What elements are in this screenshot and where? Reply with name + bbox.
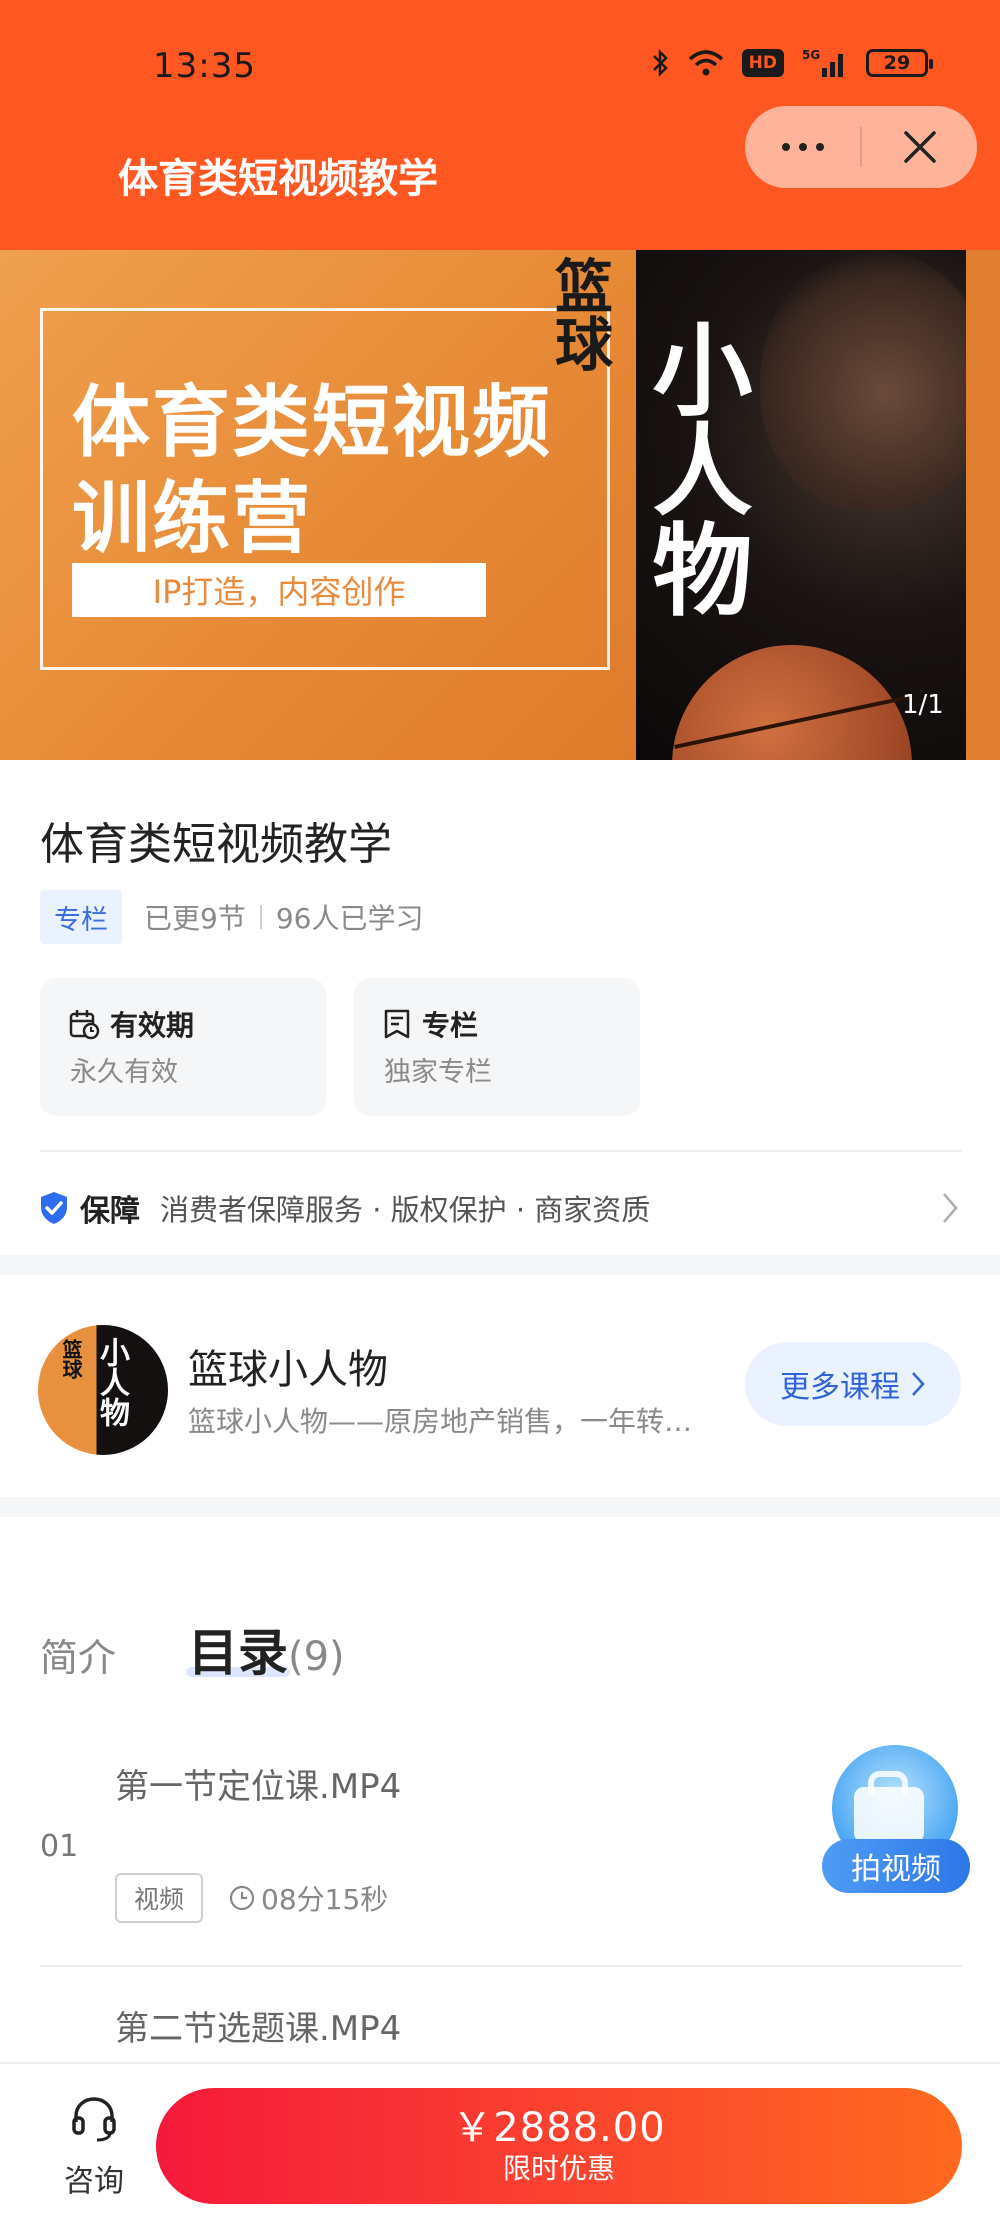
chevron-right-icon[interactable] — [940, 1190, 960, 1226]
meta-separator — [259, 905, 262, 929]
bottom-bar: 咨询 ￥2888.00 限时优惠 — [0, 2062, 1000, 2222]
more-button[interactable] — [745, 106, 860, 188]
shoot-video-button[interactable]: 拍视频 — [822, 1745, 970, 1893]
avatar-calligraphy-small: 篮球 — [59, 1339, 83, 1379]
svg-text:5G: 5G — [802, 48, 820, 62]
shoot-video-label: 拍视频 — [822, 1839, 970, 1893]
duration-text: 08分15秒 — [261, 1883, 389, 1916]
column-value: 独家专栏 — [384, 1057, 492, 1088]
headset-icon — [72, 2097, 116, 2142]
banner-edge — [966, 250, 1000, 760]
avatar-calligraphy: 小人物 — [94, 1337, 129, 1427]
banner-headline-2: 训练营 — [72, 474, 313, 564]
author-description: 篮球小人物——原房地产销售，一年转… — [188, 1405, 693, 1438]
video-tag: 视频 — [115, 1873, 203, 1923]
guarantee-text: 消费者保障服务 · 版权保护 · 商家资质 — [160, 1193, 651, 1227]
bluetooth-icon — [652, 48, 668, 78]
divider — [40, 1150, 962, 1152]
learner-count: 96人已学习 — [275, 902, 424, 935]
consult-label: 咨询 — [64, 2164, 124, 2199]
column-card: 专栏 独家专栏 — [354, 978, 640, 1116]
banner-player-image — [760, 250, 990, 510]
wifi-icon — [688, 50, 723, 76]
shield-check-icon — [41, 1192, 67, 1224]
clock-icon — [229, 1885, 255, 1911]
ellipsis-dot — [815, 143, 824, 151]
hd-badge: HD — [741, 49, 784, 77]
author-card: 篮球 小人物 篮球小人物 篮球小人物——原房地产销售，一年转… 更多课程 — [0, 1275, 1000, 1497]
lesson-title: 第二节选题课.MP4 — [115, 2009, 402, 2049]
ellipsis-icon — [781, 143, 790, 151]
column-heading: 专栏 — [382, 1004, 478, 1044]
banner-calligraphy: 小人物 — [635, 318, 753, 618]
column-icon — [384, 1009, 410, 1039]
consult-button[interactable]: 咨询 — [58, 2094, 130, 2200]
lesson-duration: 08分15秒 — [229, 1878, 388, 1918]
avatar[interactable]: 篮球 小人物 — [38, 1325, 168, 1455]
mini-program-capsule — [745, 106, 977, 188]
lesson-meta: 视频 08分15秒 — [115, 1873, 388, 1923]
validity-heading: 有效期 — [68, 1004, 194, 1044]
guarantee-label: 保障 — [80, 1194, 140, 1229]
page-title: 体育类短视频教学 — [118, 156, 438, 202]
course-info-card: 体育类短视频教学 专栏 已更9节 96人已学习 有效期 永久有效 专栏 独家专栏… — [0, 760, 1000, 1255]
column-tag: 专栏 — [40, 890, 122, 944]
chevron-right-icon — [912, 1372, 925, 1396]
more-courses-label: 更多课程 — [780, 1370, 900, 1405]
status-icons: HD 5G 29 — [650, 48, 933, 78]
banner-calligraphy-small: 篮球 — [545, 256, 613, 372]
validity-title: 有效期 — [110, 1009, 195, 1042]
buy-button[interactable]: ￥2888.00 限时优惠 — [156, 2088, 962, 2204]
ellipsis-dot — [798, 143, 807, 151]
price: ￥2888.00 — [452, 2105, 666, 2151]
course-meta: 专栏 已更9节 96人已学习 — [40, 890, 423, 944]
calendar-clock-icon — [69, 1010, 100, 1040]
course-title: 体育类短视频教学 — [40, 819, 392, 870]
validity-card: 有效期 永久有效 — [40, 978, 326, 1116]
updated-count: 已更9节 — [144, 902, 246, 935]
tab-catalog-count: (9) — [288, 1634, 345, 1680]
author-name: 篮球小人物 — [188, 1347, 388, 1393]
price-subtitle: 限时优惠 — [502, 2152, 615, 2185]
lesson-divider — [40, 1965, 962, 1967]
guarantee-row[interactable]: 保障 消费者保障服务 · 版权保护 · 商家资质 — [38, 1188, 651, 1229]
signal-icon: 5G — [802, 48, 843, 77]
tab-intro[interactable]: 简介 — [40, 1627, 116, 1682]
bag-icon — [854, 1787, 924, 1843]
column-title: 专栏 — [422, 1009, 479, 1042]
tab-catalog-label: 目录 — [188, 1624, 288, 1682]
battery-indicator: 29 — [866, 49, 933, 77]
course-banner[interactable]: 体育类短视频 训练营 IP打造，内容创作 篮球 小人物 1/1 — [0, 250, 1000, 760]
more-courses-button[interactable]: 更多课程 — [745, 1342, 961, 1426]
banner-tagline: IP打造，内容创作 — [72, 563, 486, 617]
tab-catalog[interactable]: 目录(9) — [188, 1613, 345, 1685]
banner-page-indicator: 1/1 — [902, 690, 944, 720]
close-icon — [903, 131, 936, 163]
lesson-number: 01 — [40, 1829, 79, 1864]
lesson-title: 第一节定位课.MP4 — [115, 1767, 402, 1807]
app-header: 13:35 HD 5G 29 体育类短视频教学 — [0, 0, 1000, 250]
status-time: 13:35 — [153, 46, 256, 86]
validity-value: 永久有效 — [70, 1057, 178, 1088]
close-button[interactable] — [862, 106, 977, 188]
